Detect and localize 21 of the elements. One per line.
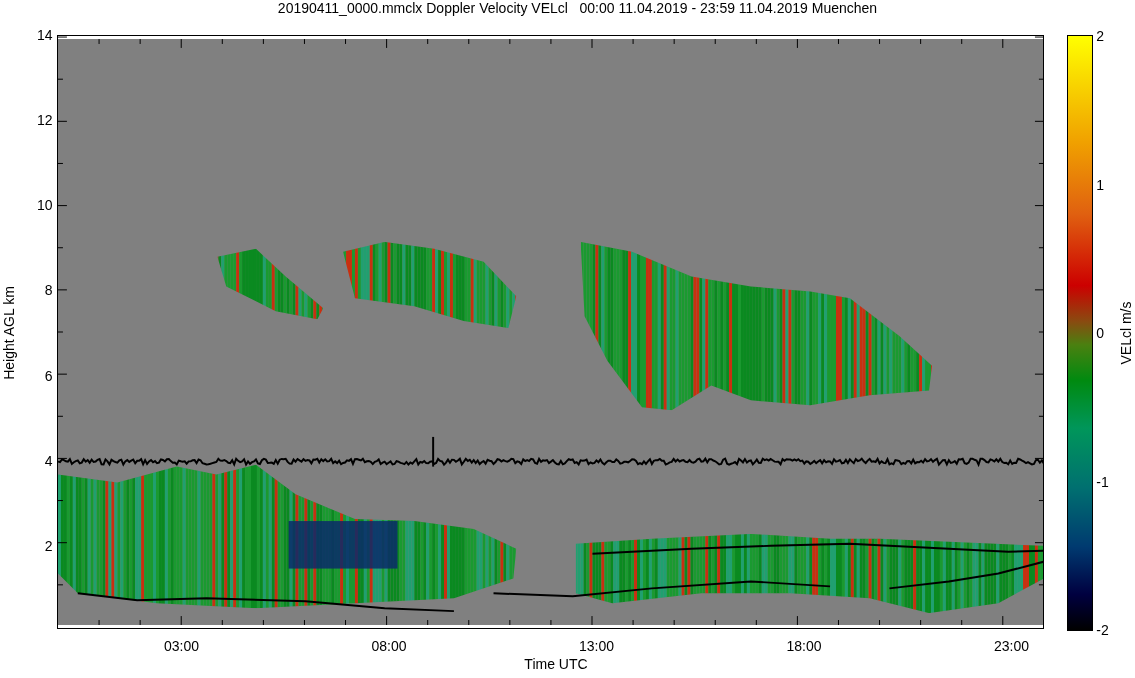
y-tick-label: 8 — [44, 283, 53, 298]
colorbar-tick-label: -1 — [1096, 474, 1109, 489]
x-tick-label: 08:00 — [371, 639, 407, 653]
colorbar-tick-label: 1 — [1096, 177, 1104, 192]
colorbar-tick-label: 2 — [1096, 29, 1104, 43]
y-axis-label: Height AGL km — [1, 286, 17, 380]
y-tick-label: 12 — [37, 113, 53, 128]
colorbar-tick-label: 0 — [1096, 326, 1104, 340]
y-tick-label: 6 — [44, 368, 53, 383]
y-tick-label: 10 — [37, 198, 53, 213]
colorbar-tick-label: -2 — [1096, 623, 1109, 637]
x-tick-label: 23:00 — [994, 639, 1029, 653]
y-tick-label: 14 — [37, 28, 53, 42]
x-tick-label: 18:00 — [786, 639, 822, 653]
x-axis-label: Time UTC — [524, 657, 588, 671]
y-tick-label: 2 — [44, 538, 53, 553]
y-tick-label: 4 — [44, 453, 53, 468]
colorbar-label: VELcl m/s — [1117, 301, 1133, 365]
x-tick-label: 13:00 — [579, 639, 614, 653]
plot-title: 20190411_0000.mmclx Doppler Velocity VELcl 00:00 11.04.2019 - 23:59 11.04.2019 Muenchen — [276, 0, 879, 18]
x-tick-label: 03:00 — [164, 639, 199, 653]
